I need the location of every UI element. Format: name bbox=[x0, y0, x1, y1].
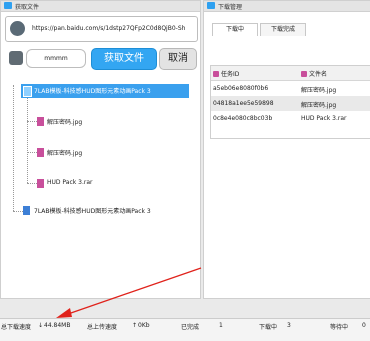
annotation-arrow-line bbox=[67, 267, 202, 315]
annotation-arrow bbox=[56, 267, 202, 318]
annotation-arrow-head bbox=[56, 308, 72, 318]
